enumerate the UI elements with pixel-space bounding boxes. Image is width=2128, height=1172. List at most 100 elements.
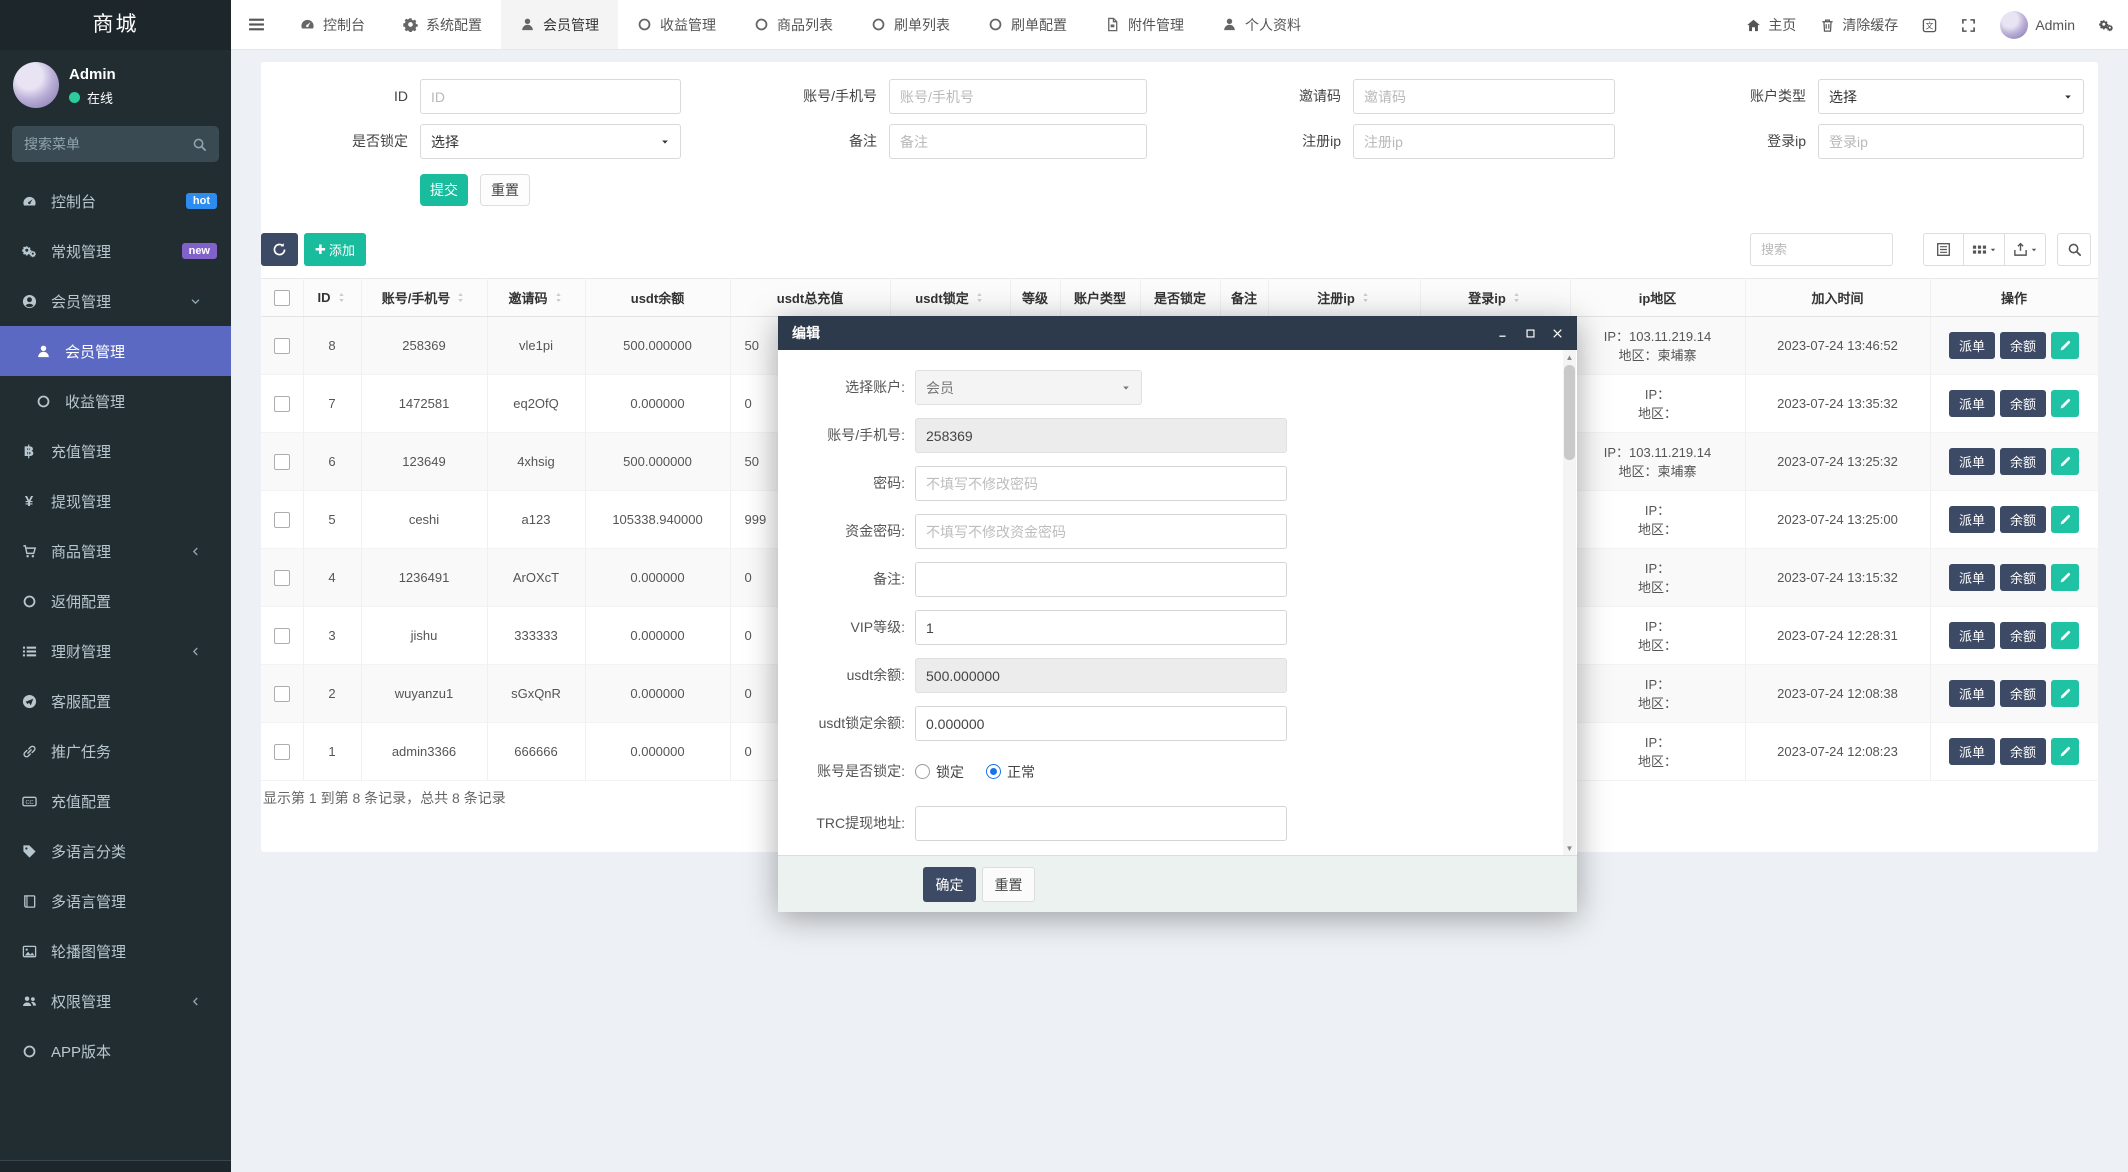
add-button[interactable]: ✚添加 (304, 233, 366, 266)
dialog-input-2[interactable] (915, 418, 1287, 453)
settings-button[interactable] (2099, 18, 2114, 33)
edit-dialog-header[interactable]: 编辑 (778, 316, 1577, 350)
row-checkbox[interactable] (274, 628, 290, 644)
tab-5[interactable]: 商品列表 (735, 0, 852, 49)
columns-button[interactable] (1964, 233, 2005, 266)
app-logo[interactable]: 商城 (0, 0, 231, 50)
row-checkbox[interactable] (274, 396, 290, 412)
tab-7[interactable]: 刷单配置 (969, 0, 1086, 49)
column-header-2[interactable]: ID (303, 279, 361, 317)
column-header-13[interactable]: 登录ip (1420, 279, 1570, 317)
sidebar-item-18[interactable]: APP版本 (0, 1026, 231, 1076)
select-all-checkbox[interactable] (274, 290, 290, 306)
dispatch-button[interactable]: 派单 (1949, 738, 1995, 765)
dialog-input-5[interactable] (915, 562, 1287, 597)
filter-input-7[interactable] (1353, 124, 1615, 159)
detail-view-button[interactable] (1923, 233, 1964, 266)
close-icon[interactable] (1552, 328, 1563, 339)
tab-9[interactable]: 个人资料 (1203, 0, 1320, 49)
dispatch-button[interactable]: 派单 (1949, 564, 1995, 591)
row-checkbox[interactable] (274, 454, 290, 470)
sidebar-item-7[interactable]: ¥提现管理 (0, 476, 231, 526)
reset-button[interactable]: 重置 (480, 174, 530, 206)
table-search-button[interactable] (2057, 233, 2091, 266)
balance-button[interactable]: 余额 (2000, 506, 2046, 533)
dispatch-button[interactable]: 派单 (1949, 506, 1995, 533)
dialog-input-3[interactable] (915, 466, 1287, 501)
tab-1[interactable]: 控制台 (281, 0, 384, 49)
column-header-4[interactable]: 邀请码 (487, 279, 585, 317)
fullscreen-button[interactable] (1961, 18, 1976, 33)
clear-cache-button[interactable]: 清除缓存 (1820, 15, 1898, 35)
edit-button[interactable] (2051, 332, 2079, 359)
row-checkbox[interactable] (274, 570, 290, 586)
edit-button[interactable] (2051, 738, 2079, 765)
balance-button[interactable]: 余额 (2000, 332, 2046, 359)
admin-profile[interactable]: Admin (2000, 11, 2075, 39)
balance-button[interactable]: 余额 (2000, 738, 2046, 765)
row-checkbox[interactable] (274, 338, 290, 354)
edit-button[interactable] (2051, 506, 2079, 533)
balance-button[interactable]: 余额 (2000, 390, 2046, 417)
dispatch-button[interactable]: 派单 (1949, 448, 1995, 475)
filter-input-8[interactable] (1818, 124, 2084, 159)
sidebar-item-4[interactable]: 会员管理 (0, 326, 231, 376)
radio-option[interactable]: 正常 (986, 762, 1035, 782)
sidebar-item-3[interactable]: 会员管理 (0, 276, 231, 326)
confirm-button[interactable]: 确定 (923, 867, 976, 902)
dialog-input-7[interactable] (915, 658, 1287, 693)
sidebar-item-13[interactable]: CC充值配置 (0, 776, 231, 826)
home-link[interactable]: 主页 (1746, 15, 1796, 35)
balance-button[interactable]: 余额 (2000, 564, 2046, 591)
radio-unchecked-icon[interactable] (915, 764, 930, 779)
sidebar-item-2[interactable]: 常规管理new (0, 226, 231, 276)
account-type-select[interactable]: 会员 (915, 370, 1142, 405)
balance-button[interactable]: 余额 (2000, 448, 2046, 475)
edit-button[interactable] (2051, 622, 2079, 649)
sidebar-item-11[interactable]: 客服配置 (0, 676, 231, 726)
sidebar-search-input[interactable]: 搜索菜单 (12, 126, 219, 162)
edit-button[interactable] (2051, 390, 2079, 417)
sidebar-item-5[interactable]: 收益管理 (0, 376, 231, 426)
dialog-input-8[interactable] (915, 706, 1287, 741)
tab-2[interactable]: 系统配置 (384, 0, 501, 49)
edit-button[interactable] (2051, 564, 2079, 591)
dispatch-button[interactable]: 派单 (1949, 390, 1995, 417)
sidebar-item-8[interactable]: 商品管理 (0, 526, 231, 576)
sidebar-item-15[interactable]: 多语言管理 (0, 876, 231, 926)
refresh-button[interactable] (261, 233, 298, 266)
row-checkbox[interactable] (274, 686, 290, 702)
export-button[interactable] (2005, 233, 2046, 266)
radio-checked-icon[interactable] (986, 764, 1001, 779)
sidebar-item-12[interactable]: 推广任务 (0, 726, 231, 776)
sidebar-item-17[interactable]: 权限管理 (0, 976, 231, 1026)
row-checkbox[interactable] (274, 744, 290, 760)
sidebar-item-14[interactable]: 多语言分类 (0, 826, 231, 876)
dispatch-button[interactable]: 派单 (1949, 332, 1995, 359)
column-header-3[interactable]: 账号/手机号 (361, 279, 487, 317)
hamburger-menu-button[interactable] (231, 0, 281, 49)
dialog-input-10[interactable] (915, 806, 1287, 841)
edit-button[interactable] (2051, 680, 2079, 707)
balance-button[interactable]: 余额 (2000, 680, 2046, 707)
sidebar-item-6[interactable]: ฿充值管理 (0, 426, 231, 476)
edit-button[interactable] (2051, 448, 2079, 475)
scroll-up-icon[interactable]: ▲ (1563, 350, 1576, 364)
scroll-down-icon[interactable]: ▼ (1563, 841, 1576, 855)
table-search-input[interactable] (1750, 233, 1893, 266)
sidebar-item-9[interactable]: 返佣配置 (0, 576, 231, 626)
sidebar-item-1[interactable]: 控制台hot (0, 176, 231, 226)
filter-input-2[interactable] (889, 79, 1147, 114)
dispatch-button[interactable]: 派单 (1949, 622, 1995, 649)
radio-option[interactable]: 锁定 (915, 762, 964, 782)
filter-input-1[interactable] (420, 79, 681, 114)
column-header-12[interactable]: 注册ip (1268, 279, 1420, 317)
tab-3[interactable]: 会员管理 (501, 0, 618, 49)
dispatch-button[interactable]: 派单 (1949, 680, 1995, 707)
filter-input-6[interactable] (889, 124, 1147, 159)
balance-button[interactable]: 余额 (2000, 622, 2046, 649)
language-button[interactable]: 文 (1922, 18, 1937, 33)
dialog-input-6[interactable] (915, 610, 1287, 645)
scrollbar-thumb[interactable] (1564, 365, 1575, 460)
tab-8[interactable]: 附件管理 (1086, 0, 1203, 49)
